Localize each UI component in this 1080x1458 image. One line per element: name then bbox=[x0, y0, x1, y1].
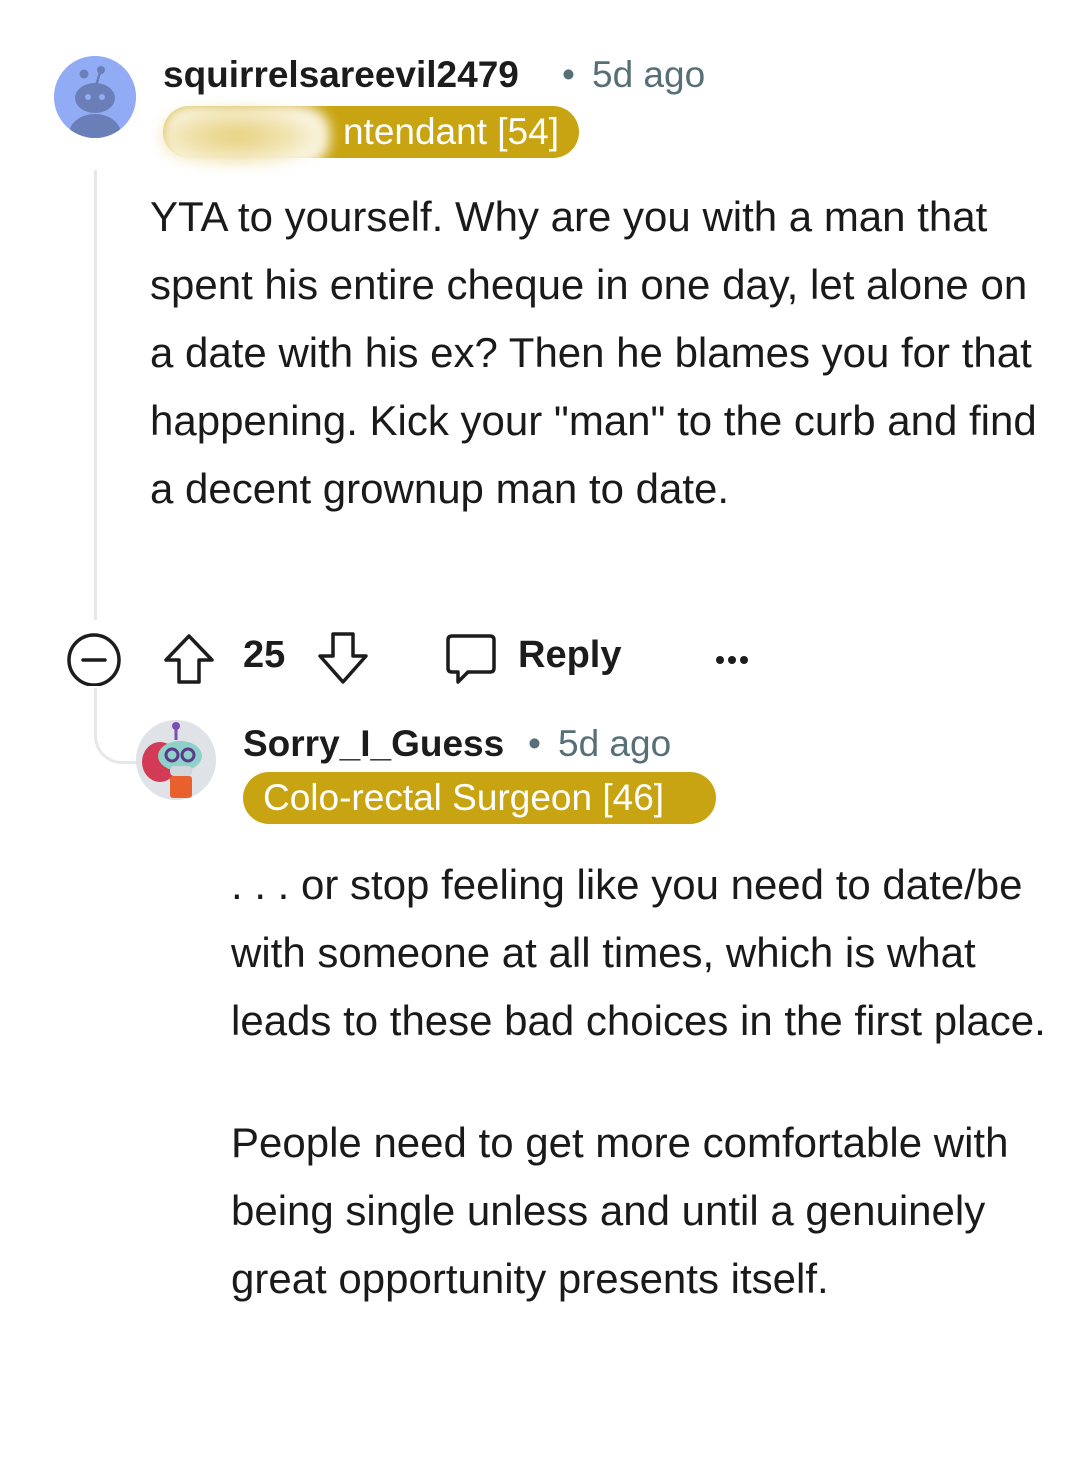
redaction-blur bbox=[160, 104, 330, 168]
reply-label[interactable]: Reply bbox=[518, 634, 621, 677]
meta-separator: • bbox=[528, 723, 541, 764]
upvote-arrow-icon bbox=[164, 634, 214, 684]
vote-score: 25 bbox=[243, 634, 286, 676]
meta-separator: • bbox=[562, 54, 575, 95]
avatar[interactable] bbox=[136, 720, 216, 800]
reply-button[interactable] bbox=[444, 628, 498, 688]
more-dots-icon bbox=[716, 656, 748, 664]
downvote-button[interactable] bbox=[316, 628, 370, 688]
comment-action-bar: 25 Reply bbox=[66, 628, 786, 688]
thread-elbow bbox=[94, 720, 138, 764]
downvote-arrow-icon bbox=[318, 632, 368, 684]
comment-body: YTA to yourself. Why are you with a man … bbox=[150, 193, 1037, 512]
comment-body: . . . or stop feeling like you need to d… bbox=[231, 851, 1051, 1367]
snoo-avatar-icon bbox=[54, 56, 136, 138]
comment-author[interactable]: squirrelsareevil2479 bbox=[163, 54, 519, 96]
comment-paragraph: . . . or stop feeling like you need to d… bbox=[231, 861, 1046, 1044]
user-flair: Colo-rectal Surgeon [46] bbox=[243, 772, 716, 824]
avatar[interactable] bbox=[54, 56, 136, 138]
comment-author[interactable]: Sorry_I_Guess bbox=[243, 723, 504, 765]
comment-paragraph: People need to get more comfortable with… bbox=[231, 1119, 1009, 1302]
collapse-button[interactable] bbox=[66, 628, 122, 688]
thread-line bbox=[94, 170, 97, 620]
speech-bubble-icon bbox=[446, 634, 496, 684]
custom-snoo-avatar-icon bbox=[136, 720, 216, 800]
more-options-button[interactable] bbox=[710, 628, 754, 688]
comment-timestamp: 5d ago bbox=[558, 723, 672, 764]
comment-timestamp: 5d ago bbox=[592, 54, 706, 95]
user-flair-text: ntendant [54] bbox=[342, 111, 559, 152]
collapse-icon bbox=[67, 633, 121, 686]
upvote-button[interactable] bbox=[162, 628, 216, 688]
